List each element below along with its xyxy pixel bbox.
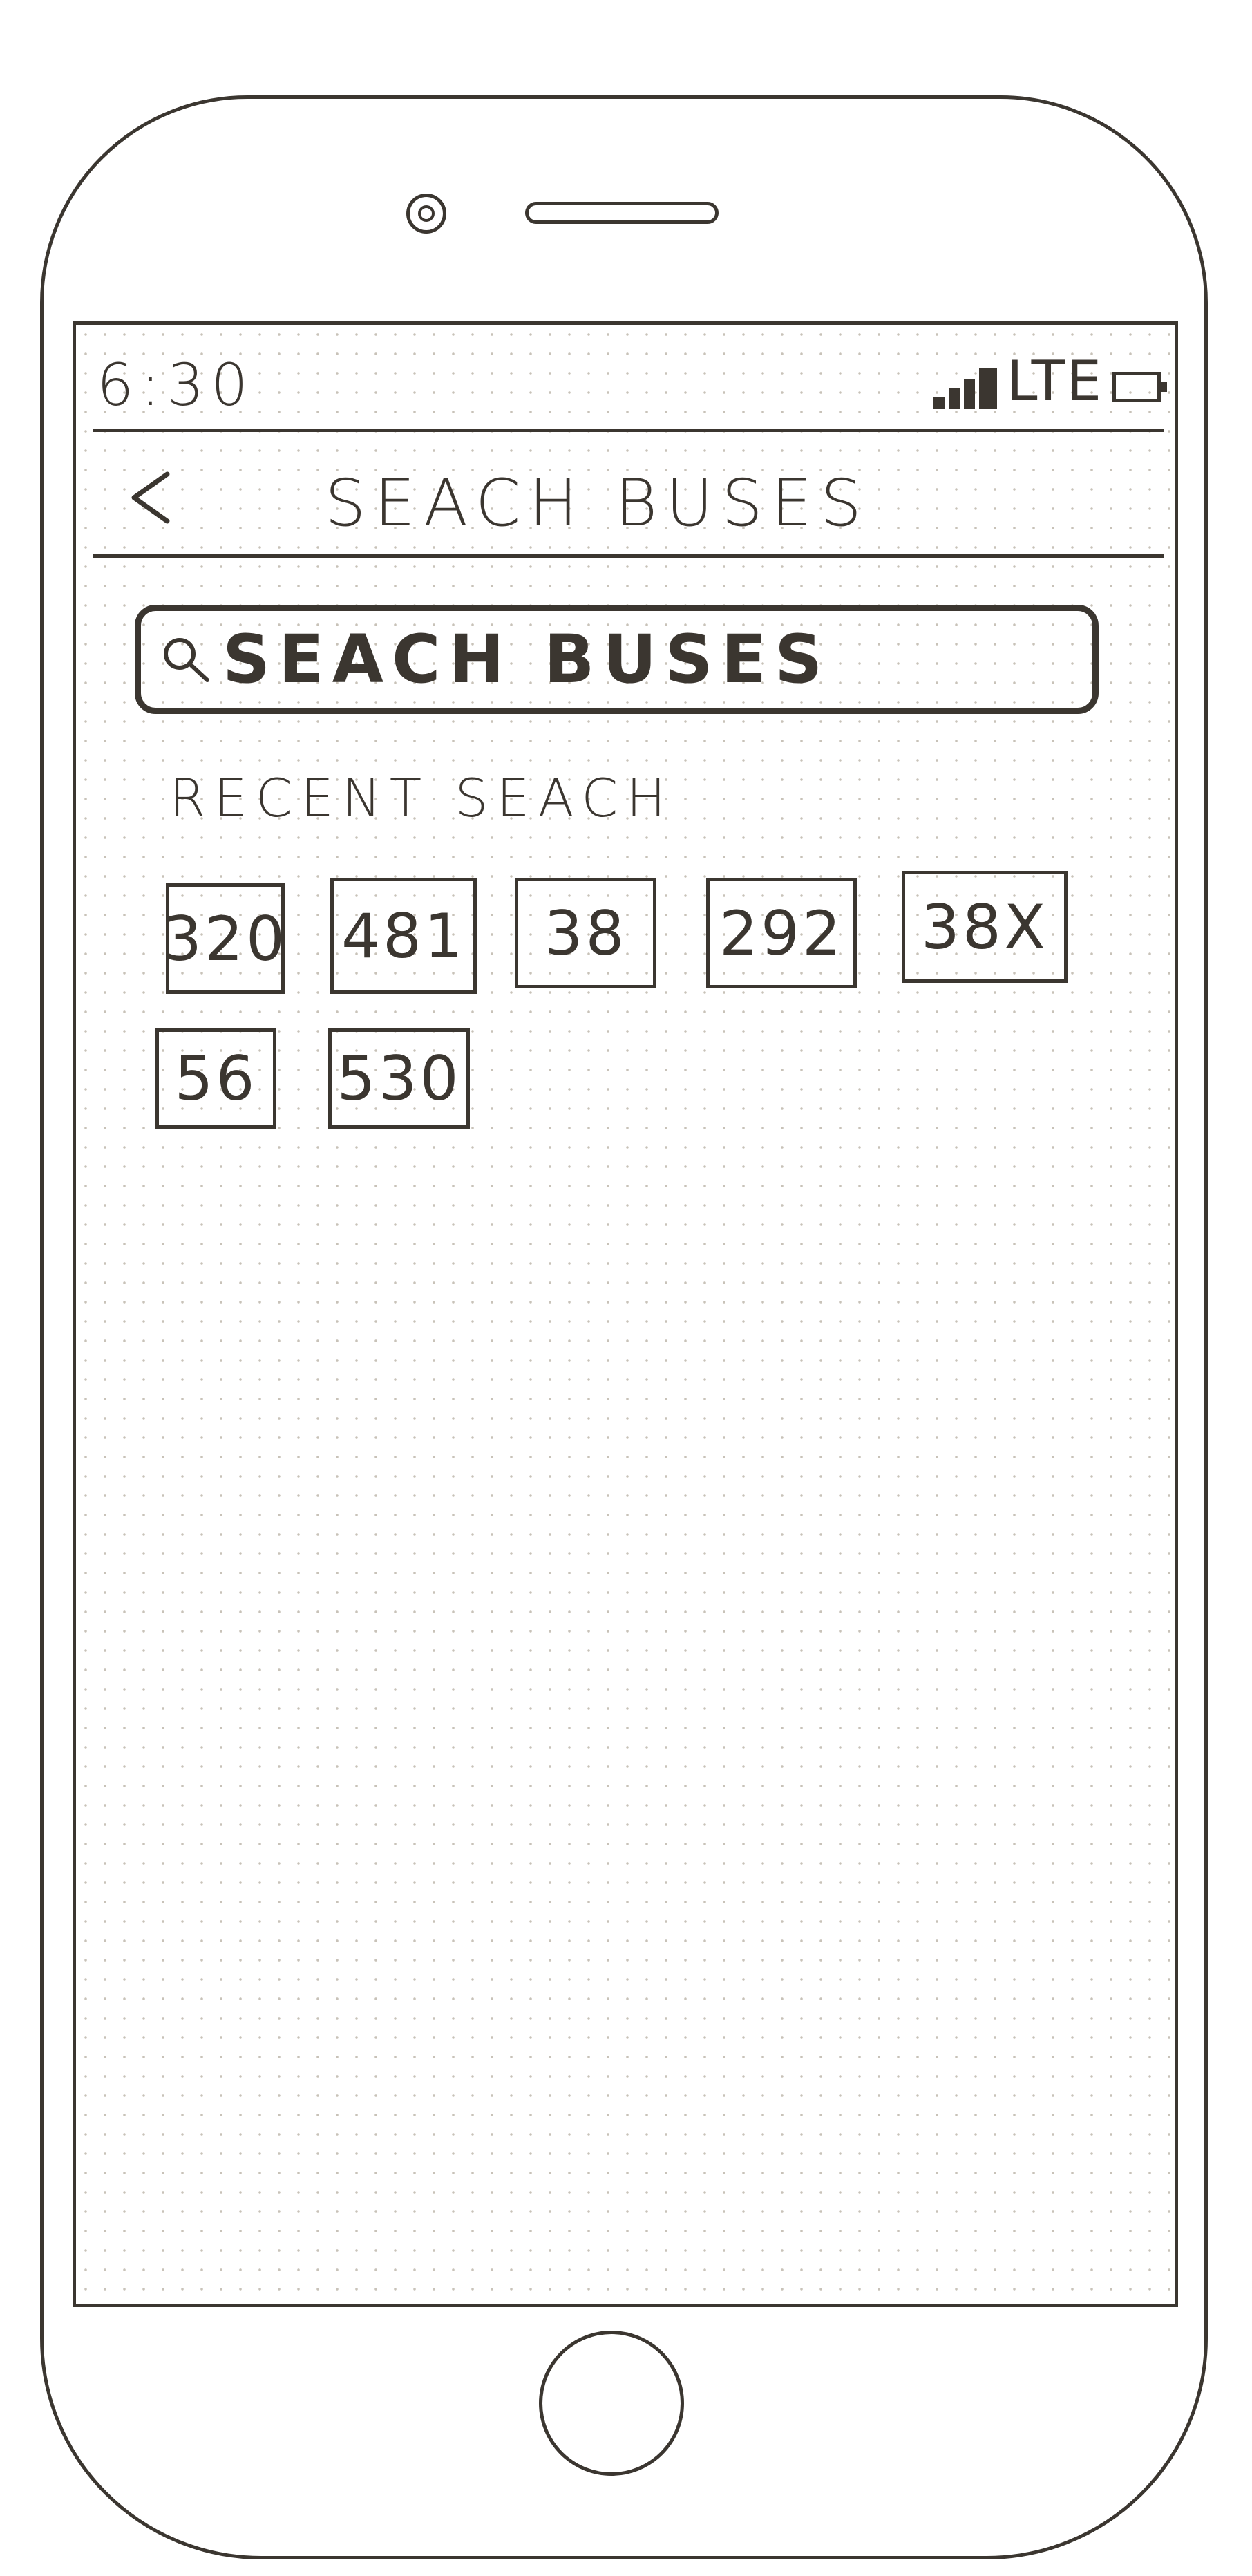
signal-icon <box>933 368 998 409</box>
recent-search-chip[interactable]: 481 <box>330 878 477 994</box>
speaker-grille <box>525 202 719 224</box>
search-icon <box>164 638 209 682</box>
chevron-left-icon[interactable] <box>124 470 180 525</box>
status-time: 6:30 <box>97 351 255 419</box>
status-bar: 6:30 LTE <box>97 339 1167 419</box>
header-divider <box>93 554 1164 558</box>
battery-icon <box>1112 372 1167 402</box>
status-indicators: LTE <box>933 349 1167 413</box>
recent-search-chip[interactable]: 292 <box>706 878 857 988</box>
search-placeholder: SEACH BUSES <box>222 621 831 698</box>
recent-search-chip[interactable]: 56 <box>155 1028 276 1129</box>
home-button[interactable] <box>539 2331 684 2476</box>
camera-icon <box>406 194 446 234</box>
recent-search-label: RECENT SEACH <box>169 767 674 829</box>
status-divider <box>93 429 1164 432</box>
page-title: SEACH BUSES <box>325 466 870 541</box>
screen: 6:30 LTE SEACH BUSES SEACH BUSES RECENT … <box>73 321 1178 2307</box>
camera-lens <box>418 205 435 222</box>
network-type: LTE <box>1007 349 1103 413</box>
search-input[interactable]: SEACH BUSES <box>135 605 1099 714</box>
recent-search-chip[interactable]: 320 <box>163 883 285 994</box>
recent-search-chip[interactable]: 38X <box>902 871 1068 983</box>
recent-search-chip[interactable]: 530 <box>328 1028 470 1129</box>
recent-search-chip[interactable]: 38 <box>515 878 656 988</box>
title-bar: SEACH BUSES <box>97 442 1161 546</box>
